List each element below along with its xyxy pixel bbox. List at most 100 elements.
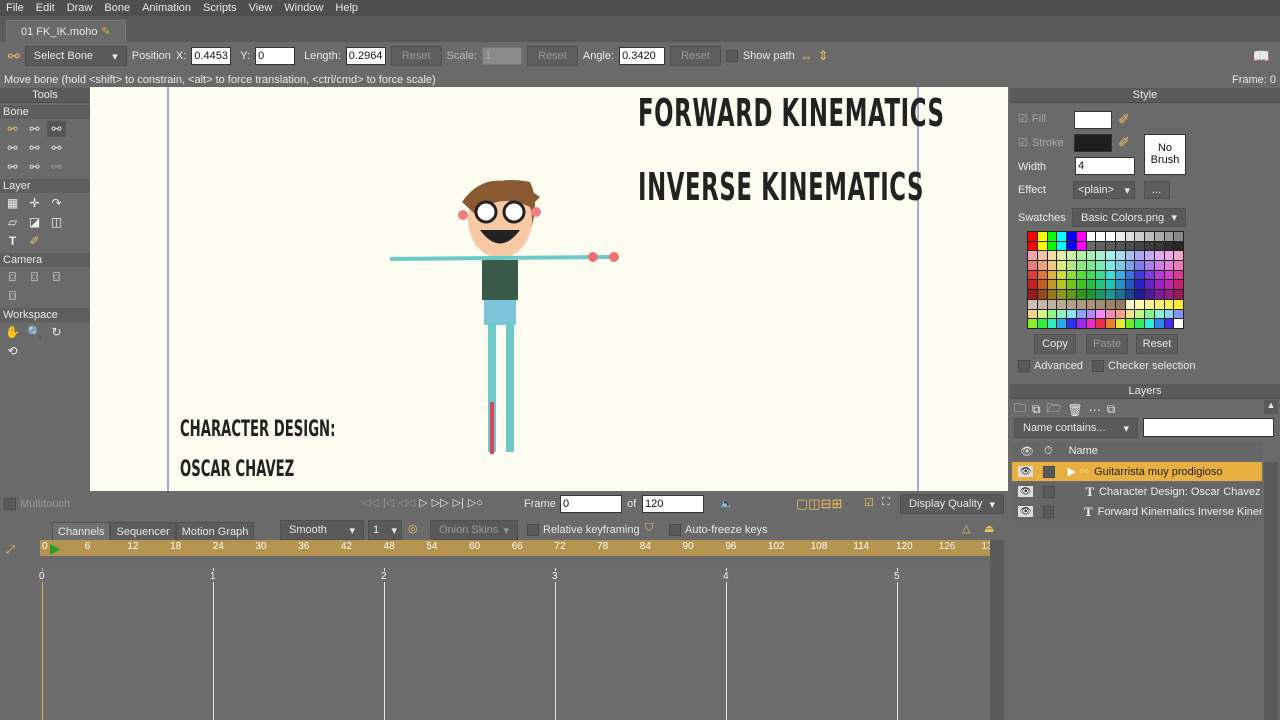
- stroke-color-swatch[interactable]: [1074, 134, 1112, 152]
- rotate-layer-tool-icon[interactable]: ↷: [47, 195, 66, 211]
- swatch[interactable]: [1076, 270, 1086, 280]
- delete-layer-icon[interactable]: 🗑: [1067, 403, 1082, 417]
- swatch[interactable]: [1047, 280, 1057, 290]
- reparent-bone-tool-icon[interactable]: ⚯: [47, 140, 66, 156]
- text-tool-icon[interactable]: T: [3, 233, 22, 249]
- swatch[interactable]: [1125, 232, 1135, 241]
- swatch[interactable]: [1106, 319, 1115, 328]
- swatch[interactable]: [1145, 270, 1154, 280]
- swatch[interactable]: [1106, 290, 1115, 299]
- visibility-icon[interactable]: 👁: [1018, 466, 1034, 477]
- swatch[interactable]: [1106, 241, 1115, 251]
- scroll-up-icon[interactable]: ▲: [1264, 400, 1278, 414]
- swatch[interactable]: [1028, 241, 1037, 251]
- reset-style-button[interactable]: Reset: [1136, 334, 1178, 354]
- swatch[interactable]: [1037, 290, 1047, 299]
- tab-channels[interactable]: Channels: [52, 522, 111, 542]
- swatch[interactable]: [1096, 251, 1105, 261]
- swatch[interactable]: [1047, 319, 1057, 328]
- document-tab[interactable]: 01 FK_IK.moho ✎: [6, 20, 126, 42]
- y-input[interactable]: 0: [255, 47, 296, 65]
- layer-row[interactable]: 👁 T Character Design: Oscar Chavez: [1012, 482, 1262, 501]
- swatch[interactable]: [1106, 232, 1115, 241]
- tab-motion-graph[interactable]: Motion Graph: [175, 522, 255, 542]
- bone-strength-tool-icon[interactable]: ⚯: [3, 159, 22, 175]
- advanced-checkbox[interactable]: [1018, 360, 1030, 372]
- total-frames-input[interactable]: 120: [642, 495, 704, 513]
- swatch[interactable]: [1125, 290, 1135, 299]
- swatch[interactable]: [1135, 232, 1144, 241]
- swatches-dropdown[interactable]: Basic Colors.png ▾: [1072, 208, 1186, 227]
- swatch[interactable]: [1164, 309, 1174, 319]
- swatch[interactable]: [1174, 251, 1183, 261]
- swatch[interactable]: [1174, 241, 1183, 251]
- swatch[interactable]: [1057, 319, 1066, 328]
- duplicate-layer-icon[interactable]: ⧉: [1032, 402, 1041, 417]
- swatch[interactable]: [1115, 261, 1125, 270]
- hand-icon[interactable]: ✋: [3, 324, 22, 340]
- menu-window[interactable]: Window: [278, 2, 329, 14]
- swatch[interactable]: [1067, 270, 1076, 280]
- brush-button[interactable]: No Brush: [1144, 134, 1186, 175]
- swatch[interactable]: [1067, 309, 1076, 319]
- copy-button[interactable]: Copy: [1034, 334, 1076, 354]
- swatch[interactable]: [1174, 270, 1183, 280]
- swatch[interactable]: [1047, 241, 1057, 251]
- rewind-icon[interactable]: ◁◁: [362, 496, 379, 509]
- set-origin-tool-icon[interactable]: ▦: [3, 195, 22, 211]
- menu-file[interactable]: File: [0, 2, 30, 14]
- swatch[interactable]: [1028, 251, 1037, 261]
- swatch[interactable]: [1115, 280, 1125, 290]
- swatch[interactable]: [1096, 280, 1105, 290]
- swatch[interactable]: [1125, 251, 1135, 261]
- menu-draw[interactable]: Draw: [61, 2, 99, 14]
- show-path-checkbox[interactable]: [725, 50, 738, 62]
- swatch[interactable]: [1174, 261, 1183, 270]
- paste-button[interactable]: Paste: [1086, 334, 1128, 354]
- swatch[interactable]: [1096, 232, 1105, 241]
- scale-bone-tool-icon[interactable]: ⚯: [47, 121, 66, 137]
- more-options-icon[interactable]: ⋯: [1089, 403, 1101, 417]
- swatch[interactable]: [1174, 232, 1183, 241]
- swatch[interactable]: [1047, 251, 1057, 261]
- swatch[interactable]: [1076, 261, 1086, 270]
- swatch[interactable]: [1145, 280, 1154, 290]
- swatch-grid[interactable]: [1027, 231, 1184, 329]
- swatch[interactable]: [1135, 309, 1144, 319]
- swatch[interactable]: [1125, 299, 1135, 309]
- swatch[interactable]: [1037, 309, 1047, 319]
- flip-horizontal-icon[interactable]: ⇔: [800, 49, 813, 64]
- timeline-scrollbar[interactable]: [990, 540, 1004, 720]
- fill-color-swatch[interactable]: [1074, 111, 1112, 129]
- character-rig[interactable]: [380, 162, 630, 472]
- swatch[interactable]: [1135, 261, 1144, 270]
- swatch[interactable]: [1164, 270, 1174, 280]
- swatch[interactable]: [1106, 261, 1115, 270]
- swatch[interactable]: [1135, 270, 1144, 280]
- eyedropper-tool-icon[interactable]: ✐: [25, 233, 44, 249]
- swatch[interactable]: [1067, 280, 1076, 290]
- menu-animation[interactable]: Animation: [136, 2, 197, 14]
- swatch[interactable]: [1154, 232, 1164, 241]
- swatch[interactable]: [1154, 309, 1164, 319]
- stroke-checkbox[interactable]: ☑: [1018, 136, 1028, 149]
- layer-transform-tool-icon[interactable]: ◫: [47, 214, 66, 230]
- swatch[interactable]: [1115, 309, 1125, 319]
- auto-freeze-checkbox[interactable]: [669, 524, 681, 536]
- fill-eyedropper-icon[interactable]: ✐: [1118, 111, 1130, 128]
- swatch[interactable]: [1135, 241, 1144, 251]
- swatch[interactable]: [1067, 232, 1076, 241]
- swatch[interactable]: [1067, 261, 1076, 270]
- swatch[interactable]: [1096, 290, 1105, 299]
- camera-zoom-icon[interactable]: ⌼: [25, 269, 44, 285]
- channels-graph[interactable]: 0 1 2 3 4 5: [39, 568, 990, 720]
- swatch[interactable]: [1067, 319, 1076, 328]
- select-bone-tool-icon[interactable]: ⚯: [3, 121, 22, 137]
- layer-row[interactable]: 👁 ▶ ⚯ Guitarrista muy prodigioso: [1012, 462, 1262, 481]
- new-layer-icon[interactable]: 🗀: [1014, 399, 1026, 420]
- volume-icon[interactable]: 🔈: [720, 497, 734, 510]
- interpolation-number-dropdown[interactable]: 1 ▾: [368, 520, 402, 540]
- swatch[interactable]: [1086, 309, 1096, 319]
- swatch[interactable]: [1086, 232, 1096, 241]
- layer-filter-input[interactable]: [1143, 418, 1274, 437]
